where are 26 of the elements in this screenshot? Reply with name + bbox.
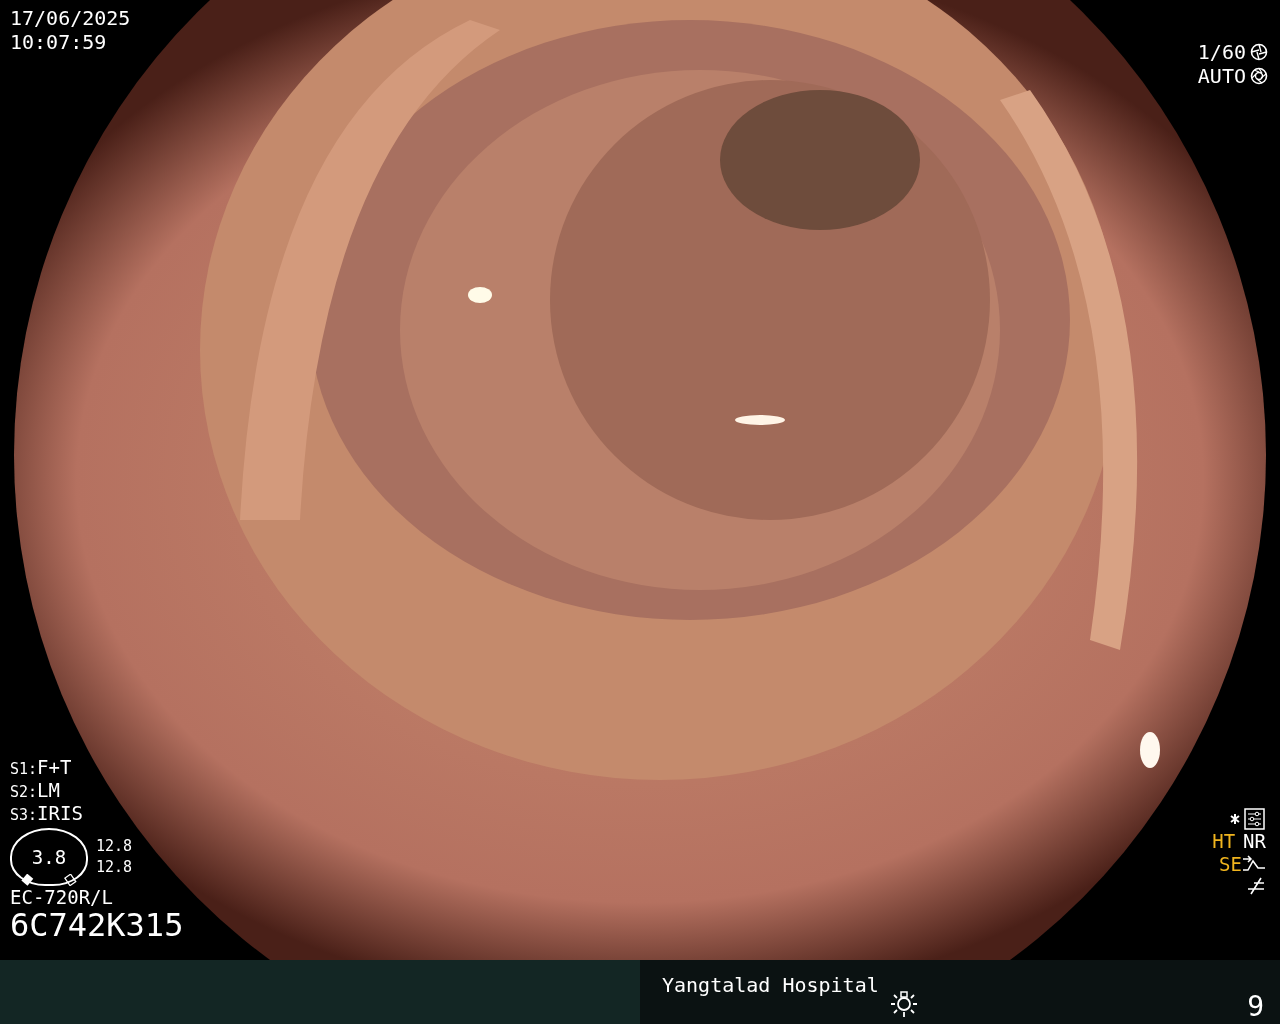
settings-icon <box>1230 808 1266 830</box>
image-counter: 9 <box>1247 989 1264 1024</box>
curve-icon <box>1242 855 1266 874</box>
serial-number: 6C742K315 <box>10 909 184 942</box>
setting-label: NR <box>1243 830 1266 853</box>
gauge-reading: 12.8 <box>96 857 133 879</box>
setting-label: SE <box>1219 852 1242 876</box>
gauge-reading: 12.8 <box>96 836 133 858</box>
scope-model: EC-720R/L <box>10 886 114 910</box>
shutter-speed: 1/60 <box>1197 40 1246 64</box>
button-label: S2: <box>10 782 38 801</box>
button-function: IRIS <box>37 801 83 825</box>
setting-label: HT <box>1212 830 1236 853</box>
button-function: LM <box>37 778 60 802</box>
button-label: S3: <box>10 805 38 824</box>
not-equal-icon <box>1246 875 1266 896</box>
time-text: 10:07:59 <box>10 30 108 54</box>
hospital-name: Yangtalad Hospital <box>662 972 879 999</box>
gauge-value: 3.8 <box>31 846 67 869</box>
date-text: 17/06/2025 <box>10 6 131 30</box>
aperture-icon <box>1250 67 1268 85</box>
iris-mode: AUTO <box>1197 64 1246 88</box>
shutter-icon <box>1250 43 1268 61</box>
button-function: F+T <box>37 756 72 779</box>
lamp-icon <box>890 990 918 1018</box>
button-label: S1: <box>10 760 38 778</box>
